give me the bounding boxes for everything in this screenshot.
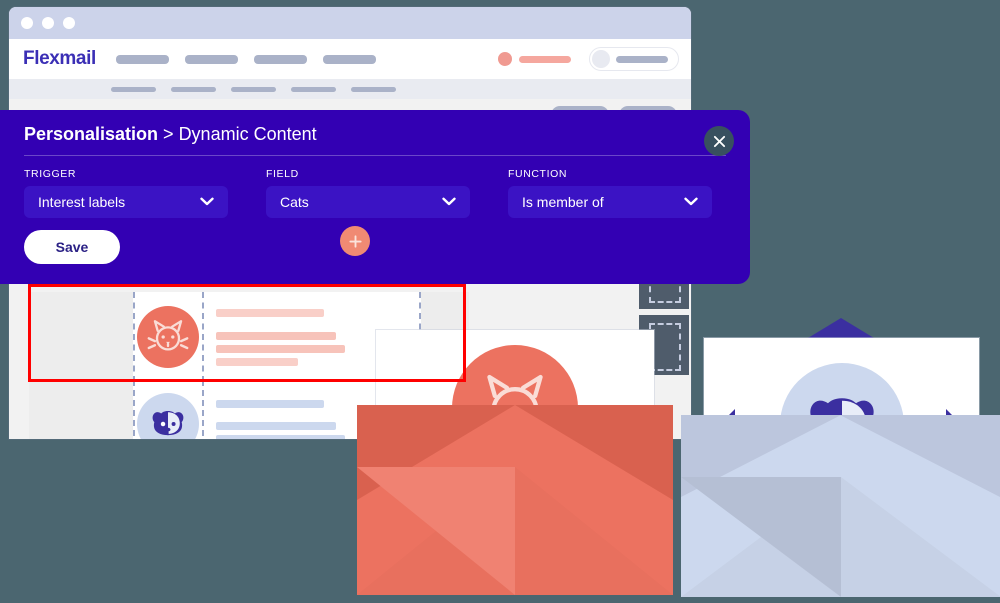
trigger-select[interactable]: Interest labels [24,186,228,218]
field-trigger-label: TRIGGER [24,168,77,180]
nav-item-1[interactable] [115,54,169,64]
chevron-down-icon [200,193,214,211]
primary-nav [115,54,376,64]
close-icon[interactable] [704,126,734,156]
avatar [592,50,610,68]
secondary-nav [9,79,691,99]
field-function-label: FUNCTION [508,168,568,180]
text-line [215,331,336,340]
dog-envelope [681,305,1000,597]
traffic-light-minimize-icon[interactable] [42,17,54,29]
chevron-down-icon [684,193,698,211]
function-select[interactable]: Is member of [508,186,712,218]
cat-icon [137,306,200,368]
field-select[interactable]: Cats [266,186,470,218]
cat-envelope-front-shade [357,467,515,595]
cat-envelope [357,330,673,595]
row-avatar-cell[interactable] [132,380,204,439]
dynamic-content-modal: Personalisation > Dynamic Content TRIGGE… [0,110,750,284]
row-spacer [29,382,133,439]
modal-title: Personalisation > Dynamic Content [24,124,317,145]
browser-titlebar [9,7,691,39]
function-select-value: Is member of [522,194,604,210]
subnav-item-4[interactable] [291,86,336,92]
modal-fields: TRIGGER Interest labels FIELD Cats FUNCT… [0,156,750,218]
field-function: FUNCTION Is member of [508,168,712,218]
flexmail-logo: Flexmail [23,48,96,69]
text-line [215,308,324,317]
account-label-placeholder [616,55,668,63]
status-toggle-bar [519,55,571,63]
chevron-down-icon [442,193,456,211]
status-toggle[interactable] [498,52,571,66]
text-line [215,399,324,408]
field-field-label: FIELD [266,168,299,180]
modal-footer: Save [0,218,750,264]
traffic-light-close-icon[interactable] [21,17,33,29]
field-select-value: Cats [280,194,309,210]
text-line [215,344,345,353]
toolbar-controls [498,47,679,71]
modal-title-strong: Personalisation [24,124,159,144]
traffic-light-maximize-icon[interactable] [63,17,75,29]
text-line [215,357,298,366]
save-button[interactable]: Save [24,230,120,264]
subnav-item-3[interactable] [231,86,276,92]
page-root: Flexmail Personalisation > Dynamic Conte… [0,0,1000,603]
text-line [215,421,336,430]
text-line [215,434,345,439]
trigger-select-value: Interest labels [38,194,126,210]
modal-title-rest: Dynamic Content [178,124,317,144]
subnav-item-1[interactable] [111,86,156,92]
field-trigger: TRIGGER Interest labels [24,168,228,218]
account-pill[interactable] [589,47,679,71]
row-spacer [29,292,133,382]
nav-item-4[interactable] [322,54,376,64]
nav-item-3[interactable] [253,54,307,64]
subnav-item-2[interactable] [171,86,216,92]
modal-header: Personalisation > Dynamic Content [0,110,750,156]
add-rule-button[interactable] [340,226,370,256]
dog-envelope-front-shade [681,477,841,597]
app-toolbar: Flexmail [9,39,691,79]
row-avatar-cell[interactable] [132,292,204,382]
status-toggle-knob-icon [498,52,512,66]
field-field: FIELD Cats [266,168,470,218]
modal-title-separator: > [158,124,179,144]
nav-item-2[interactable] [184,54,238,64]
dog-icon [137,393,200,439]
subnav-item-5[interactable] [351,86,396,92]
